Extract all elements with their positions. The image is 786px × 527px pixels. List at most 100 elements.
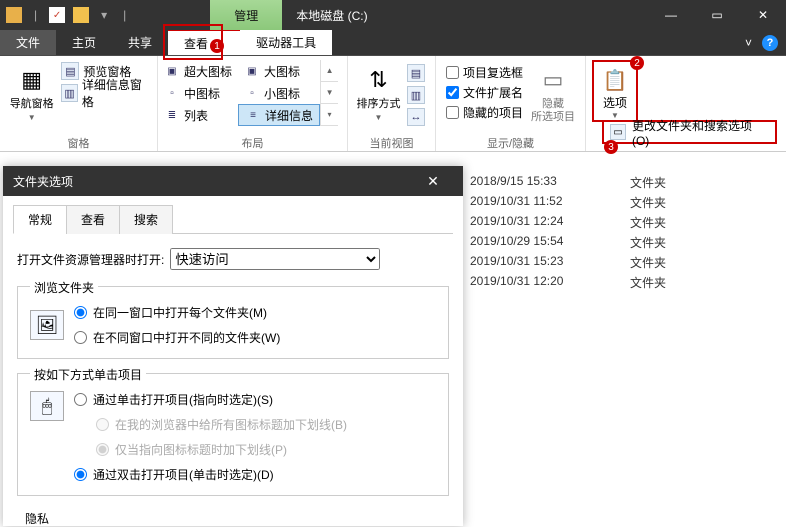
double-click-radio[interactable]: 通过双击打开项目(单击时选定)(D) — [74, 466, 347, 483]
click-icon: 🖱 — [30, 391, 64, 421]
privacy-fieldset: 隐私 — [17, 510, 449, 527]
quick-access-toolbar: | ✓ ▾ | — [0, 7, 130, 23]
group-label: 布局 — [158, 135, 347, 151]
options-label: 选项 — [603, 94, 627, 111]
table-row[interactable]: 2019/10/29 15:54文件夹 — [470, 234, 690, 251]
dialog-content: 打开文件资源管理器时打开: 快速访问 浏览文件夹 🖼 在同一窗口中打开每个文件夹… — [13, 234, 453, 527]
group-label: 窗格 — [0, 135, 157, 151]
group-panes: ▦ 导航窗格 ▼ ▤预览窗格 ▥详细信息窗格 窗格 — [0, 56, 158, 151]
browse-same-window-radio[interactable]: 在同一窗口中打开每个文件夹(M) — [74, 304, 280, 321]
tab-file[interactable]: 文件 — [0, 30, 56, 55]
sort-icon: ⇅ — [363, 64, 395, 96]
dialog-tab-view[interactable]: 查看 — [66, 205, 120, 234]
details-pane-button[interactable]: ▥详细信息窗格 — [57, 82, 151, 104]
group-icon: ▤ — [407, 64, 425, 82]
change-folder-search-label: 更改文件夹和搜索选项(O) — [632, 117, 769, 148]
new-folder-icon[interactable] — [73, 7, 89, 23]
options-button[interactable]: 📋 选项 ▼ — [592, 60, 638, 122]
underline-browser-radio: 在我的浏览器中给所有图标标题加下划线(B) — [96, 416, 347, 433]
hidden-items-toggle[interactable]: 隐藏的项目 — [442, 102, 527, 122]
dialog-titlebar: 文件夹选项 ✕ — [3, 166, 463, 196]
properties-icon[interactable]: ✓ — [49, 7, 65, 23]
dialog-title-text: 文件夹选项 — [13, 173, 73, 190]
layout-details[interactable]: ≡详细信息 — [238, 104, 320, 126]
fit-icon: ↔ — [407, 108, 425, 126]
titlebar: | ✓ ▾ | 管理 本地磁盘 (C:) — ▭ ✕ — [0, 0, 786, 30]
preview-pane-icon: ▤ — [61, 62, 79, 80]
sort-by-button[interactable]: ⇅ 排序方式 ▼ — [354, 60, 403, 122]
dialog-tabs: 常规 查看 搜索 — [13, 204, 453, 234]
single-click-radio[interactable]: 通过单击打开项目(指向时选定)(S) — [74, 391, 347, 408]
table-row[interactable]: 2018/9/15 15:33文件夹 — [470, 174, 690, 191]
tab-view[interactable]: 查看1 — [168, 30, 240, 55]
layout-xl-icons[interactable]: ▣超大图标 — [158, 60, 238, 82]
annotation-2: 2 — [630, 56, 644, 70]
chevron-down-icon: ▼ — [28, 113, 36, 122]
underline-point-radio: 仅当指向图标标题时加下划线(P) — [96, 441, 347, 458]
window-title: 本地磁盘 (C:) — [296, 7, 367, 24]
separator: | — [30, 8, 41, 22]
app-icon — [6, 7, 22, 23]
group-layout: ▣超大图标 ▣大图标 ▫中图标 ▫小图标 ≣列表 ≡详细信息 ▲▼▾ 布局 — [158, 56, 348, 151]
browse-folders-fieldset: 浏览文件夹 🖼 在同一窗口中打开每个文件夹(M) 在不同窗口中打开不同的文件夹(… — [17, 286, 449, 359]
dialog-tab-general[interactable]: 常规 — [13, 205, 67, 234]
options-icon: 📋 — [601, 66, 629, 94]
group-current-view: ⇅ 排序方式 ▼ ▤ ▥ ↔ 当前视图 — [348, 56, 436, 151]
nav-pane-icon: ▦ — [16, 64, 48, 96]
minimize-button[interactable]: — — [648, 0, 694, 30]
dialog-body: 常规 查看 搜索 打开文件资源管理器时打开: 快速访问 浏览文件夹 🖼 在同一窗… — [3, 196, 463, 527]
table-row[interactable]: 2019/10/31 11:52文件夹 — [470, 194, 690, 211]
contextual-tab-label: 管理 — [210, 0, 282, 30]
layout-medium-icons[interactable]: ▫中图标 — [158, 82, 238, 104]
window-controls: — ▭ ✕ — [648, 0, 786, 30]
browse-new-window-radio[interactable]: 在不同窗口中打开不同的文件夹(W) — [74, 329, 280, 346]
sort-label: 排序方式 — [357, 98, 401, 111]
hide-icon: ▭ — [537, 64, 569, 96]
group-show-hide: 项目复选框 文件扩展名 隐藏的项目 ▭ 隐藏 所选项目 显示/隐藏 — [436, 56, 586, 151]
click-items-fieldset: 按如下方式单击项目 🖱 通过单击打开项目(指向时选定)(S) 在我的浏览器中给所… — [17, 373, 449, 496]
tab-drive-tools[interactable]: 驱动器工具 — [240, 30, 332, 55]
annotation-3: 3 — [604, 140, 618, 154]
layout-list[interactable]: ≣列表 — [158, 104, 238, 126]
change-folder-search-options[interactable]: ▭ 更改文件夹和搜索选项(O) — [602, 120, 777, 144]
layout-small-icons[interactable]: ▫小图标 — [238, 82, 320, 104]
hide-selected-button[interactable]: ▭ 隐藏 所选项目 — [527, 60, 579, 124]
details-pane-icon: ▥ — [61, 84, 77, 102]
collapse-ribbon-icon[interactable]: ˅ — [745, 36, 752, 50]
table-row[interactable]: 2019/10/31 15:23文件夹 — [470, 254, 690, 271]
group-label: 显示/隐藏 — [436, 135, 585, 151]
layout-scroll[interactable]: ▲▼▾ — [320, 60, 338, 126]
file-ext-toggle[interactable]: 文件扩展名 — [442, 82, 527, 102]
nav-pane-label: 导航窗格 — [10, 98, 54, 111]
table-row[interactable]: 2019/10/31 12:20文件夹 — [470, 274, 690, 291]
close-button[interactable]: ✕ — [740, 0, 786, 30]
maximize-button[interactable]: ▭ — [694, 0, 740, 30]
columns-icon: ▥ — [407, 86, 425, 104]
layout-gallery[interactable]: ▣超大图标 ▣大图标 ▫中图标 ▫小图标 ≣列表 ≡详细信息 — [158, 60, 320, 126]
qat-dropdown-icon[interactable]: ▾ — [97, 8, 111, 22]
ribbon-right: ˅ ? — [745, 30, 786, 55]
add-columns-button[interactable]: ▥ — [403, 84, 429, 106]
size-columns-button[interactable]: ↔ — [403, 106, 429, 128]
privacy-legend: 隐私 — [25, 512, 49, 526]
nav-pane-button[interactable]: ▦ 导航窗格 ▼ — [6, 60, 57, 122]
open-explorer-select[interactable]: 快速访问 — [170, 248, 380, 270]
dialog-close-button[interactable]: ✕ — [413, 166, 453, 196]
dialog-tab-search[interactable]: 搜索 — [119, 205, 173, 234]
tab-share[interactable]: 共享 — [112, 30, 168, 55]
folder-search-icon: ▭ — [610, 124, 626, 140]
tab-home[interactable]: 主页 — [56, 30, 112, 55]
open-explorer-label: 打开文件资源管理器时打开: — [17, 251, 164, 268]
browse-icon: 🖼 — [30, 310, 64, 340]
group-by-button[interactable]: ▤ — [403, 62, 429, 84]
layout-large-icons[interactable]: ▣大图标 — [238, 60, 320, 82]
browse-legend: 浏览文件夹 — [30, 279, 98, 296]
hide-selected-label: 隐藏 所选项目 — [531, 98, 575, 124]
table-row[interactable]: 2019/10/31 12:24文件夹 — [470, 214, 690, 231]
item-checkboxes-toggle[interactable]: 项目复选框 — [442, 62, 527, 82]
help-icon[interactable]: ? — [762, 35, 778, 51]
click-legend: 按如下方式单击项目 — [30, 366, 146, 383]
details-pane-label: 详细信息窗格 — [82, 76, 147, 110]
folder-options-dialog: 文件夹选项 ✕ 常规 查看 搜索 打开文件资源管理器时打开: 快速访问 浏览文件… — [3, 166, 463, 526]
ribbon-tabs: 文件 主页 共享 查看1 驱动器工具 ˅ ? — [0, 30, 786, 56]
